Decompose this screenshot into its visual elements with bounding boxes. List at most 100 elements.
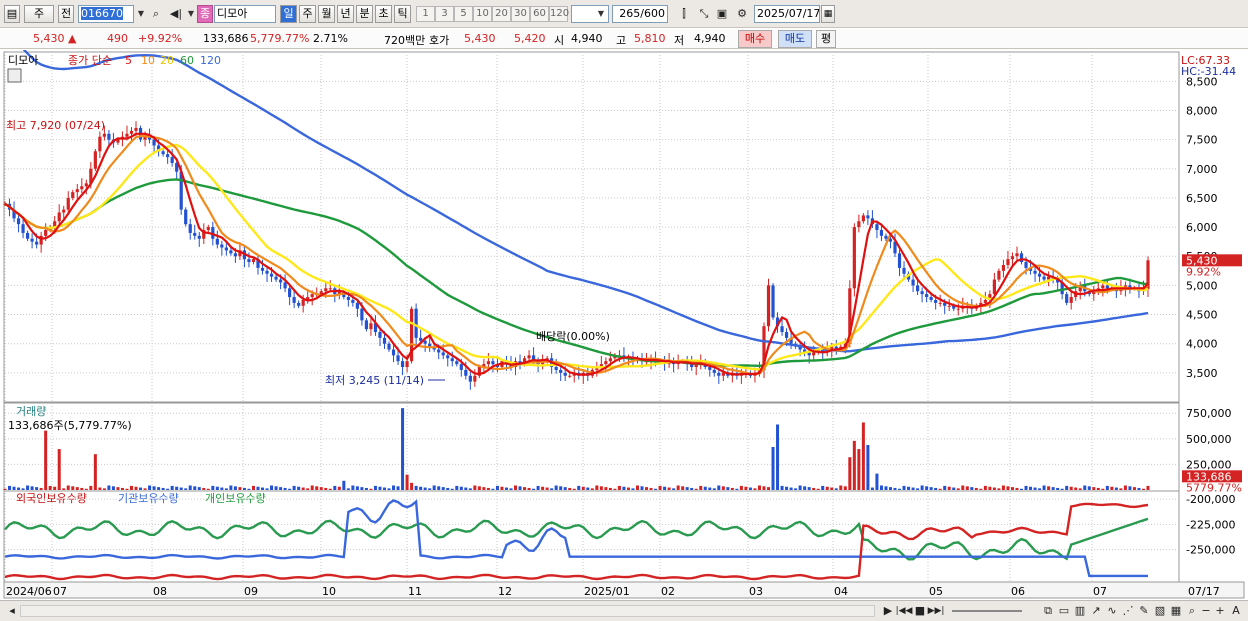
avg-button[interactable]: 평: [816, 30, 836, 48]
trend-icon[interactable]: ↗: [1088, 603, 1104, 619]
period-tab-4[interactable]: 분: [356, 5, 373, 23]
volume-bar: [509, 488, 513, 490]
candle-icon[interactable]: ⫿: [676, 6, 692, 22]
candle-body: [852, 227, 856, 289]
buy-button[interactable]: 매수: [738, 30, 772, 48]
candle-body: [215, 238, 219, 245]
volume-bar: [780, 485, 784, 490]
volume-bar: [30, 486, 34, 490]
chevron-down-icon[interactable]: ▼: [594, 6, 608, 22]
candle-body: [780, 326, 784, 333]
gear-icon[interactable]: ⚙: [734, 6, 750, 22]
volume-bar: [116, 487, 120, 490]
prev-button[interactable]: 전: [58, 5, 74, 23]
period-tab-1[interactable]: 주: [299, 5, 316, 23]
calculator-icon: [7, 68, 22, 83]
code-input[interactable]: 016670: [78, 5, 134, 23]
candle-body: [16, 218, 21, 225]
interval-1[interactable]: 1: [416, 6, 435, 22]
volume-bar: [667, 487, 671, 490]
volume-bar: [401, 408, 405, 490]
interval-3[interactable]: 3: [435, 6, 454, 22]
candle-body: [57, 212, 61, 222]
layout-icon[interactable]: ▥: [1072, 603, 1088, 619]
image-icon[interactable]: ▧: [1152, 603, 1168, 619]
grid-icon[interactable]: ▦: [1168, 603, 1184, 619]
chevron-down-icon[interactable]: ▼: [134, 6, 148, 22]
first-icon[interactable]: |◀◀: [894, 603, 914, 619]
chevron-down-icon[interactable]: ▼: [184, 6, 198, 22]
period-tab-2[interactable]: 월: [318, 5, 335, 23]
volume-bar: [970, 487, 974, 490]
interval-120[interactable]: 120: [549, 6, 569, 22]
candle-body: [378, 332, 382, 338]
wave-icon[interactable]: ∿: [1104, 603, 1120, 619]
price-tick-label: 3,500: [1186, 367, 1218, 380]
zoom-slider[interactable]: [952, 610, 1022, 612]
scroll-left-icon[interactable]: ◂: [4, 603, 20, 619]
volume-bar: [997, 488, 1001, 490]
count-total: /600: [640, 7, 665, 20]
pencil-icon[interactable]: ✎: [1136, 603, 1152, 619]
save-icon[interactable]: ▣: [714, 6, 730, 22]
candle-body: [288, 288, 292, 298]
volume-bar: [744, 486, 748, 490]
volume-bar: [107, 485, 111, 490]
period-tab-6[interactable]: 틱: [394, 5, 411, 23]
scrollbar[interactable]: [20, 605, 875, 617]
interval-20[interactable]: 20: [492, 6, 511, 22]
high-annotation: 최고 7,920 (07/24): [6, 119, 105, 132]
volume-bar: [419, 486, 423, 490]
speaker-icon[interactable]: ◀|: [168, 6, 184, 22]
draw-icon[interactable]: ⤡: [696, 6, 712, 22]
copy-icon[interactable]: ⧉: [1040, 603, 1056, 619]
volume-tick-label: 500,000: [1186, 433, 1232, 446]
chart-icon[interactable]: ▤: [4, 5, 20, 23]
volume-bar: [541, 486, 545, 490]
candle-body: [193, 232, 197, 236]
volume-bar: [699, 485, 703, 490]
count-value: 265: [619, 7, 641, 20]
volume-bar: [595, 485, 599, 490]
candle-body: [812, 352, 816, 356]
volume-bar: [84, 488, 88, 490]
volume-bar: [861, 422, 865, 490]
volume-bar: [1065, 485, 1069, 490]
candle-body: [102, 133, 106, 137]
market-select[interactable]: 주: [24, 5, 54, 23]
interval-30[interactable]: 30: [511, 6, 530, 22]
interval-5[interactable]: 5: [454, 6, 473, 22]
period-tab-0[interactable]: 일: [280, 5, 297, 23]
volume-bar: [730, 487, 734, 490]
volume-bar: [613, 488, 617, 490]
x-tick-label: 11: [408, 585, 422, 598]
calendar-icon[interactable]: ▦: [821, 5, 835, 23]
search-icon[interactable]: ⌕: [148, 6, 164, 22]
period-tab-5[interactable]: 초: [375, 5, 392, 23]
font-icon[interactable]: A: [1228, 603, 1244, 619]
candle-body: [857, 221, 861, 228]
period-tab-3[interactable]: 년: [337, 5, 354, 23]
volume-bar: [148, 485, 152, 490]
count-field[interactable]: 265/600: [612, 5, 668, 23]
x-tick-label: 02: [661, 585, 675, 598]
volume-bar: [658, 485, 662, 490]
interval-60[interactable]: 60: [530, 6, 549, 22]
candle-body: [866, 215, 870, 219]
window-icon[interactable]: ▭: [1056, 603, 1072, 619]
volume-bar: [771, 447, 775, 490]
legend-ma-20: 20: [160, 54, 174, 67]
volume-bar: [459, 486, 463, 490]
sell-button[interactable]: 매도: [778, 30, 812, 48]
date-field[interactable]: 2025/07/17: [754, 5, 820, 23]
volume-bar: [211, 485, 215, 490]
name-field[interactable]: 디모아: [214, 5, 276, 23]
volume-bar: [640, 486, 644, 490]
chart-area[interactable]: 8,5008,0007,5007,0006,5006,0005,5005,000…: [0, 27, 1248, 600]
fib-icon[interactable]: ⋰: [1120, 603, 1136, 619]
volume-bar: [848, 457, 852, 490]
plus-icon[interactable]: +: [1212, 603, 1228, 619]
candle-body: [527, 355, 531, 359]
interval-10[interactable]: 10: [473, 6, 492, 22]
last-icon[interactable]: ▶▶|: [926, 603, 946, 619]
